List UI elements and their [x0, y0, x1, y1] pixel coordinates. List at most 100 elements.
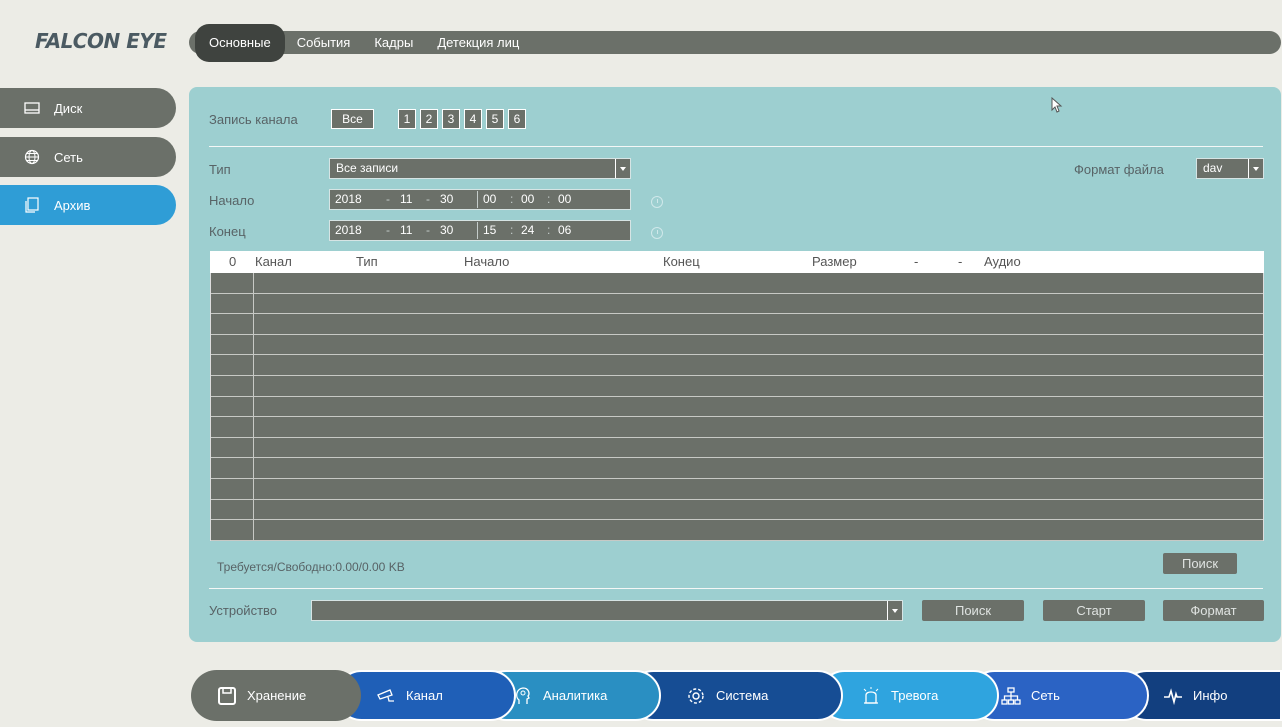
nav-channel[interactable]: Канал	[336, 670, 516, 721]
table-row[interactable]	[211, 520, 1263, 541]
table-row[interactable]	[211, 334, 1263, 356]
end-minute[interactable]: 24	[521, 221, 534, 240]
time-separator: :	[547, 192, 551, 206]
nav-label: Тревога	[891, 688, 939, 703]
table-row[interactable]	[211, 314, 1263, 335]
tab-face-detection[interactable]: Детекция лиц	[425, 31, 531, 54]
nav-label: Хранение	[247, 688, 307, 703]
tab-snapshots[interactable]: Кадры	[362, 31, 425, 54]
column-divider	[253, 458, 254, 478]
file-format-label: Формат файла	[1074, 162, 1164, 177]
table-row[interactable]	[211, 293, 1263, 315]
format-button[interactable]: Формат	[1163, 600, 1264, 621]
col-blank-1[interactable]: -	[914, 254, 918, 269]
field-divider	[477, 191, 478, 208]
col-audio[interactable]: Аудио	[984, 254, 1021, 269]
nav-storage[interactable]: Хранение	[191, 670, 361, 721]
table-row[interactable]	[211, 478, 1263, 500]
end-year[interactable]: 2018	[335, 221, 362, 240]
start-second[interactable]: 00	[558, 190, 571, 209]
table-row[interactable]	[211, 375, 1263, 397]
pulse-icon	[1164, 687, 1182, 705]
save-icon	[218, 686, 236, 705]
head-icon	[516, 686, 530, 704]
date-separator: -	[386, 223, 390, 237]
disk-icon	[24, 102, 40, 114]
column-divider	[253, 499, 254, 520]
table-row[interactable]	[211, 355, 1263, 376]
column-divider	[253, 478, 254, 499]
column-divider	[253, 273, 254, 293]
end-hour[interactable]: 15	[483, 221, 496, 240]
table-row[interactable]	[211, 396, 1263, 418]
sidebar-item-archive[interactable]: Архив	[0, 185, 176, 225]
col-type[interactable]: Тип	[356, 254, 378, 269]
channel-2-button[interactable]: 2	[420, 109, 438, 129]
column-divider	[253, 314, 254, 334]
start-label: Начало	[209, 193, 255, 208]
channel-6-button[interactable]: 6	[508, 109, 526, 129]
end-second[interactable]: 06	[558, 221, 571, 240]
table-row[interactable]	[211, 458, 1263, 479]
table-row[interactable]	[211, 437, 1263, 459]
nav-label: Система	[716, 688, 769, 703]
start-minute[interactable]: 00	[521, 190, 534, 209]
type-select[interactable]: Все записи	[329, 158, 631, 179]
column-divider	[253, 334, 254, 355]
start-month[interactable]: 11	[400, 190, 412, 209]
file-format-value: dav	[1203, 161, 1223, 175]
col-channel[interactable]: Канал	[255, 254, 292, 269]
date-separator: -	[426, 192, 430, 206]
search-button[interactable]: Поиск	[1163, 553, 1237, 574]
column-divider	[253, 293, 254, 314]
logo: FALCON EYE	[35, 29, 167, 53]
channel-5-button[interactable]: 5	[486, 109, 504, 129]
table-row[interactable]	[211, 499, 1263, 521]
start-button[interactable]: Старт	[1043, 600, 1145, 621]
time-separator: :	[547, 223, 551, 237]
column-divider	[253, 355, 254, 375]
device-search-button[interactable]: Поиск	[922, 600, 1024, 621]
table-header: 0 Канал Тип Начало Конец Размер - - Ауди…	[210, 251, 1264, 273]
alarm-icon	[863, 686, 879, 704]
tab-basic[interactable]: Основные	[195, 23, 285, 62]
col-size[interactable]: Размер	[812, 254, 857, 269]
results-table[interactable]	[210, 273, 1264, 541]
end-day[interactable]: 30	[440, 221, 453, 240]
nav-alarm[interactable]: Тревога	[819, 670, 999, 721]
device-select[interactable]	[311, 600, 903, 621]
start-year[interactable]: 2018	[335, 190, 362, 209]
nav-label: Канал	[406, 688, 443, 703]
table-row[interactable]	[211, 417, 1263, 438]
start-hour[interactable]: 00	[483, 190, 496, 209]
record-channel-label: Запись канала	[209, 112, 298, 127]
table-row[interactable]	[211, 273, 1263, 294]
end-datetime-field[interactable]: 2018 - 11 - 30 15 : 24 : 06	[329, 220, 631, 241]
end-label: Конец	[209, 224, 246, 239]
globe-icon	[24, 149, 40, 165]
column-divider	[253, 520, 254, 540]
channel-all-button[interactable]: Все	[331, 109, 374, 129]
channel-4-button[interactable]: 4	[464, 109, 482, 129]
col-start[interactable]: Начало	[464, 254, 509, 269]
end-month[interactable]: 11	[400, 221, 412, 240]
field-divider	[477, 222, 478, 239]
type-value: Все записи	[336, 161, 399, 175]
clock-icon[interactable]	[651, 227, 663, 239]
tab-events[interactable]: События	[285, 31, 363, 54]
start-datetime-field[interactable]: 2018 - 11 - 30 00 : 00 : 00	[329, 189, 631, 210]
clock-icon[interactable]	[651, 196, 663, 208]
file-format-select[interactable]: dav	[1196, 158, 1264, 179]
start-day[interactable]: 30	[440, 190, 453, 209]
col-end[interactable]: Конец	[663, 254, 700, 269]
col-blank-2[interactable]: -	[958, 254, 962, 269]
channel-1-button[interactable]: 1	[398, 109, 416, 129]
sidebar-label: Сеть	[54, 149, 83, 165]
chevron-down-icon	[615, 159, 630, 178]
sidebar-item-disk[interactable]: Диск	[0, 88, 176, 128]
channel-3-button[interactable]: 3	[442, 109, 460, 129]
sidebar-item-network[interactable]: Сеть	[0, 137, 176, 177]
col-index[interactable]: 0	[229, 254, 236, 269]
mouse-cursor-icon	[1051, 97, 1063, 113]
network-icon	[1001, 686, 1021, 705]
